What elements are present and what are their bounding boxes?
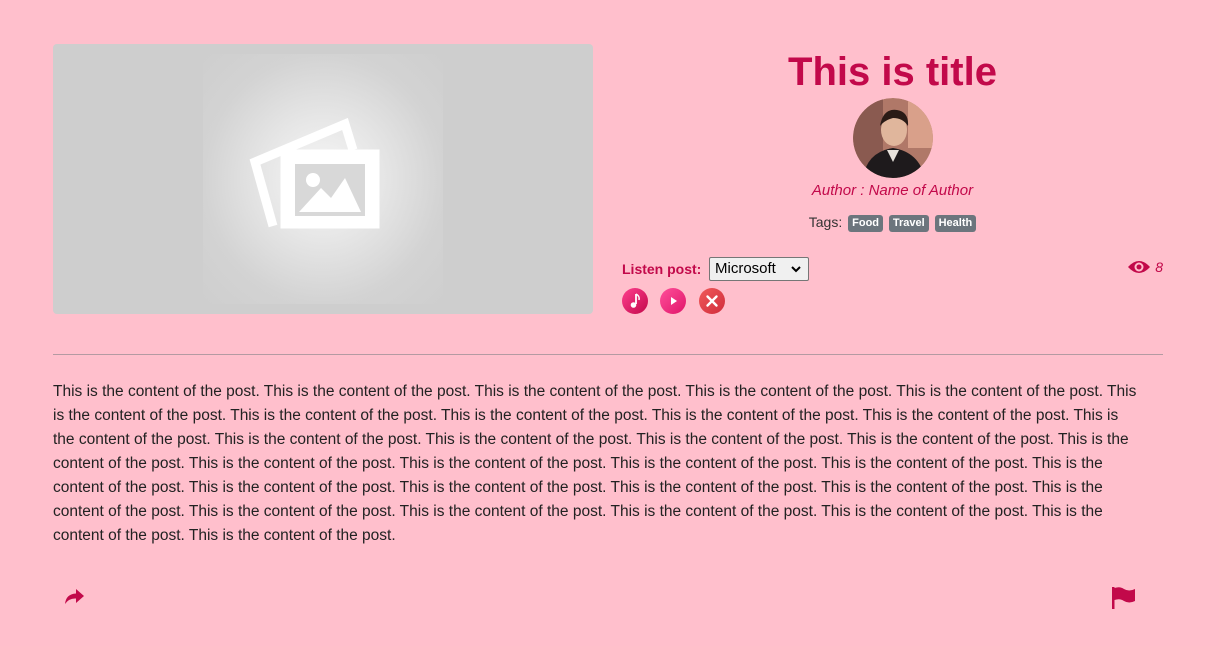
tag-travel[interactable]: Travel xyxy=(888,215,929,232)
tag-food[interactable]: Food xyxy=(848,215,884,232)
share-icon[interactable] xyxy=(63,586,85,606)
listen-row: Listen post: Microsoft 8 xyxy=(622,257,1163,281)
play-icon xyxy=(671,297,678,305)
voice-select[interactable]: Microsoft xyxy=(709,257,809,281)
divider xyxy=(53,354,1163,355)
chevron-down-icon xyxy=(791,266,801,273)
stop-button[interactable] xyxy=(698,288,725,314)
voice-selected-value: Microsoft xyxy=(715,260,776,277)
author-name: Author : Name of Author xyxy=(811,182,974,199)
flag-icon[interactable] xyxy=(1111,586,1137,610)
post-image-placeholder xyxy=(53,44,593,314)
author-avatar xyxy=(852,98,933,178)
close-icon xyxy=(706,295,718,307)
eye-icon xyxy=(1128,261,1151,273)
music-button[interactable] xyxy=(622,288,648,314)
tags-label: Tags: xyxy=(808,214,843,230)
view-count: 8 xyxy=(1127,259,1163,275)
post-content: This is the content of the post. This is… xyxy=(53,383,1137,544)
view-count-value: 8 xyxy=(1155,259,1163,275)
post-info: This is title Author : Name of Author Ta… xyxy=(622,44,1163,314)
play-button[interactable] xyxy=(660,288,687,314)
image-placeholder-icon xyxy=(249,118,380,229)
tag-health[interactable]: Health xyxy=(934,215,977,232)
tags-row: Tags: Food Travel Health xyxy=(622,214,1163,232)
post-title: This is title xyxy=(788,50,997,94)
listen-label: Listen post: xyxy=(622,261,702,277)
music-icon xyxy=(630,293,640,308)
audio-controls xyxy=(622,288,733,314)
